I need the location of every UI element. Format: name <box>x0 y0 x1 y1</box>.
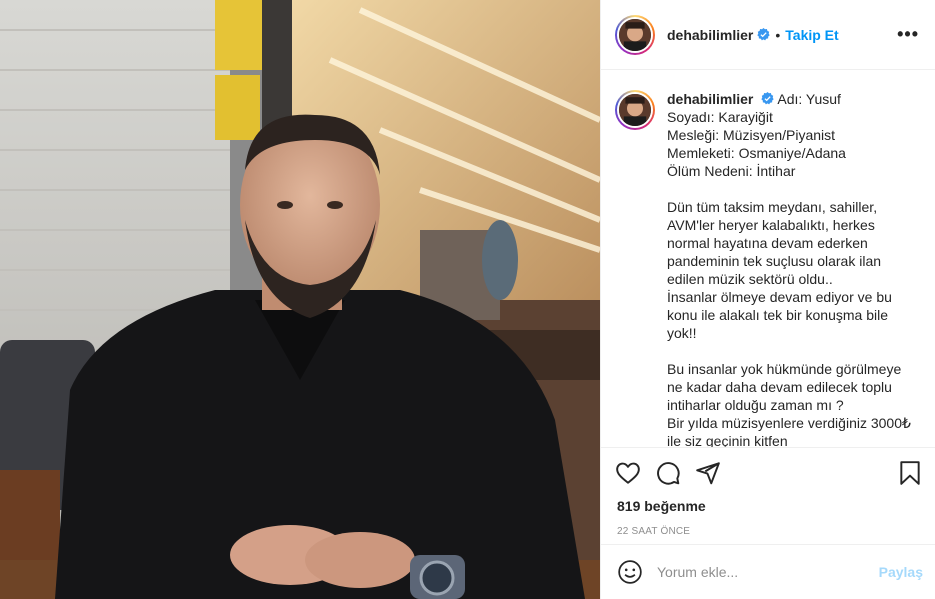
follow-button[interactable]: Takip Et <box>785 27 838 43</box>
comment-icon[interactable] <box>655 460 681 486</box>
likes-count[interactable]: 819 beğenme <box>601 498 935 520</box>
post-comment-button[interactable]: Paylaş <box>879 564 923 580</box>
avatar[interactable] <box>615 14 655 55</box>
instagram-post: dehabilimlier • Takip Et ••• dehabilimli… <box>0 0 935 599</box>
caption-line: ile siz geçinin kitfen <box>667 433 788 449</box>
caption-line: Memleketi: Osmaniye/Adana <box>667 145 846 162</box>
caption-line: normal hayatına devam ederken <box>667 235 868 252</box>
caption-line: pandeminin tek suçlusu olarak ilan <box>667 253 882 270</box>
add-comment-bar: Paylaş <box>601 543 935 599</box>
post-photo[interactable] <box>0 0 600 599</box>
caption-line: ne kadar daha devam edilecek toplu <box>667 379 892 396</box>
caption-line: Mesleği: Müzisyen/Piyanist <box>667 127 836 144</box>
caption-text: dehabilimlier Adı: Yusuf Soyadı: Karayiğ… <box>667 90 917 449</box>
avatar-image <box>619 94 651 127</box>
caption-line: konu ile alakalı tek bir konuşma bile <box>667 307 889 324</box>
caption-username[interactable]: dehabilimlier <box>667 91 753 107</box>
caption-avatar[interactable] <box>615 90 655 131</box>
caption: dehabilimlier Adı: Yusuf Soyadı: Karayiğ… <box>615 90 919 449</box>
action-bar <box>601 448 935 498</box>
verified-icon <box>761 92 774 105</box>
bookmark-icon[interactable] <box>897 460 923 486</box>
heart-icon[interactable] <box>615 460 641 486</box>
caption-line: Soyadı: Karayiğit <box>667 109 773 126</box>
caption-line: intiharlar olduğu zaman mı ? <box>667 397 844 414</box>
photo-illustration <box>0 0 600 599</box>
emoji-icon[interactable] <box>617 559 643 585</box>
caption-line: Bir yılda müzisyenlere verdiğiniz 3000₺ <box>667 415 911 432</box>
caption-line: Bu insanlar yok hükmünde görülmeye <box>667 361 902 378</box>
share-icon[interactable] <box>695 460 721 486</box>
post-side-panel: dehabilimlier • Takip Et ••• dehabilimli… <box>600 0 935 599</box>
post-header: dehabilimlier • Takip Et ••• <box>601 0 935 71</box>
more-options-icon[interactable]: ••• <box>897 24 919 45</box>
username-link[interactable]: dehabilimlier <box>667 27 753 43</box>
caption-line: Adı: Yusuf <box>777 91 841 108</box>
caption-line: yok!! <box>667 325 697 342</box>
avatar-image <box>619 18 651 51</box>
caption-area: dehabilimlier Adı: Yusuf Soyadı: Karayiğ… <box>601 70 935 449</box>
caption-line: edilen müzik sektörü oldu.. <box>667 271 833 288</box>
comment-input[interactable] <box>657 563 871 580</box>
caption-line: Ölüm Nedeni: İntihar <box>667 163 796 180</box>
caption-line: İnsanlar ölmeye devam ediyor ve bu <box>667 289 892 306</box>
separator-dot: • <box>775 26 781 43</box>
post-timestamp[interactable]: 22 SAAT ÖNCE <box>601 520 935 544</box>
caption-line: AVM'ler heryer kalabalıktı, herkes <box>667 217 875 234</box>
caption-line: Dün tüm taksim meydanı, sahiller, <box>667 199 878 216</box>
verified-icon <box>757 28 771 41</box>
